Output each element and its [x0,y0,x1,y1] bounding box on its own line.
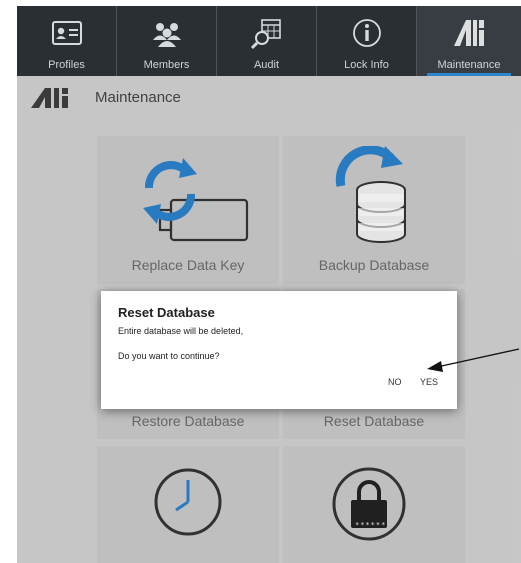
dialog-question: Do you want to continue? [118,351,220,361]
app-window: Profiles Members Audit Lock Info Mainten… [17,6,521,563]
reset-database-dialog: Reset Database Entire database will be d… [101,291,457,409]
no-button[interactable]: NO [388,377,402,387]
yes-button[interactable]: YES [420,377,438,387]
dialog-message: Entire database will be deleted, [118,326,244,336]
modal-scrim [17,6,521,563]
dialog-title: Reset Database [118,305,215,320]
